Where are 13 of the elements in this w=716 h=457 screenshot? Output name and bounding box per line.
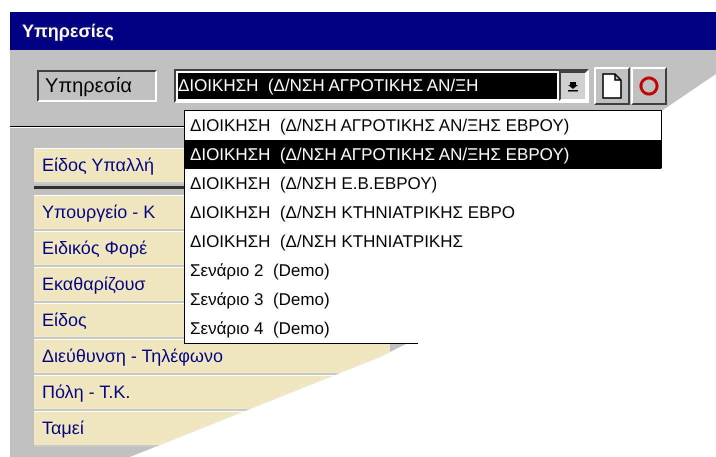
service-label: Υπηρεσία	[37, 70, 157, 102]
window-title: Υπηρεσίες	[22, 20, 114, 42]
arrow-down-icon	[568, 80, 578, 92]
dropdown-option[interactable]: ΔΙΟΙΚΗΣΗ (Δ/ΝΣΗ ΑΓΡΟΤΙΚΗΣ ΑΝ/ΞΗΣ ΕΒΡΟΥ)	[185, 140, 661, 169]
refresh-button[interactable]	[631, 67, 667, 105]
circle-icon	[638, 75, 660, 97]
dropdown-button[interactable]	[559, 71, 587, 101]
dropdown-option[interactable]: ΔΙΟΙΚΗΣΗ (Δ/ΝΣΗ ΑΓΡΟΤΙΚΗΣ ΑΝ/ΞΗΣ ΕΒΡΟΥ)	[185, 111, 661, 140]
new-document-button[interactable]	[594, 67, 630, 105]
field-label: Διεύθυνση - Τηλέφωνο	[34, 339, 390, 375]
service-combo[interactable]: ΔΙΟΙΚΗΣΗ (Δ/ΝΣΗ ΑΓΡΟΤΙΚΗΣ ΑΝ/ΞΗ	[174, 69, 589, 103]
combo-value: ΔΙΟΙΚΗΣΗ (Δ/ΝΣΗ ΑΓΡΟΤΙΚΗΣ ΑΝ/ΞΗ	[178, 73, 557, 99]
document-icon	[602, 73, 622, 99]
